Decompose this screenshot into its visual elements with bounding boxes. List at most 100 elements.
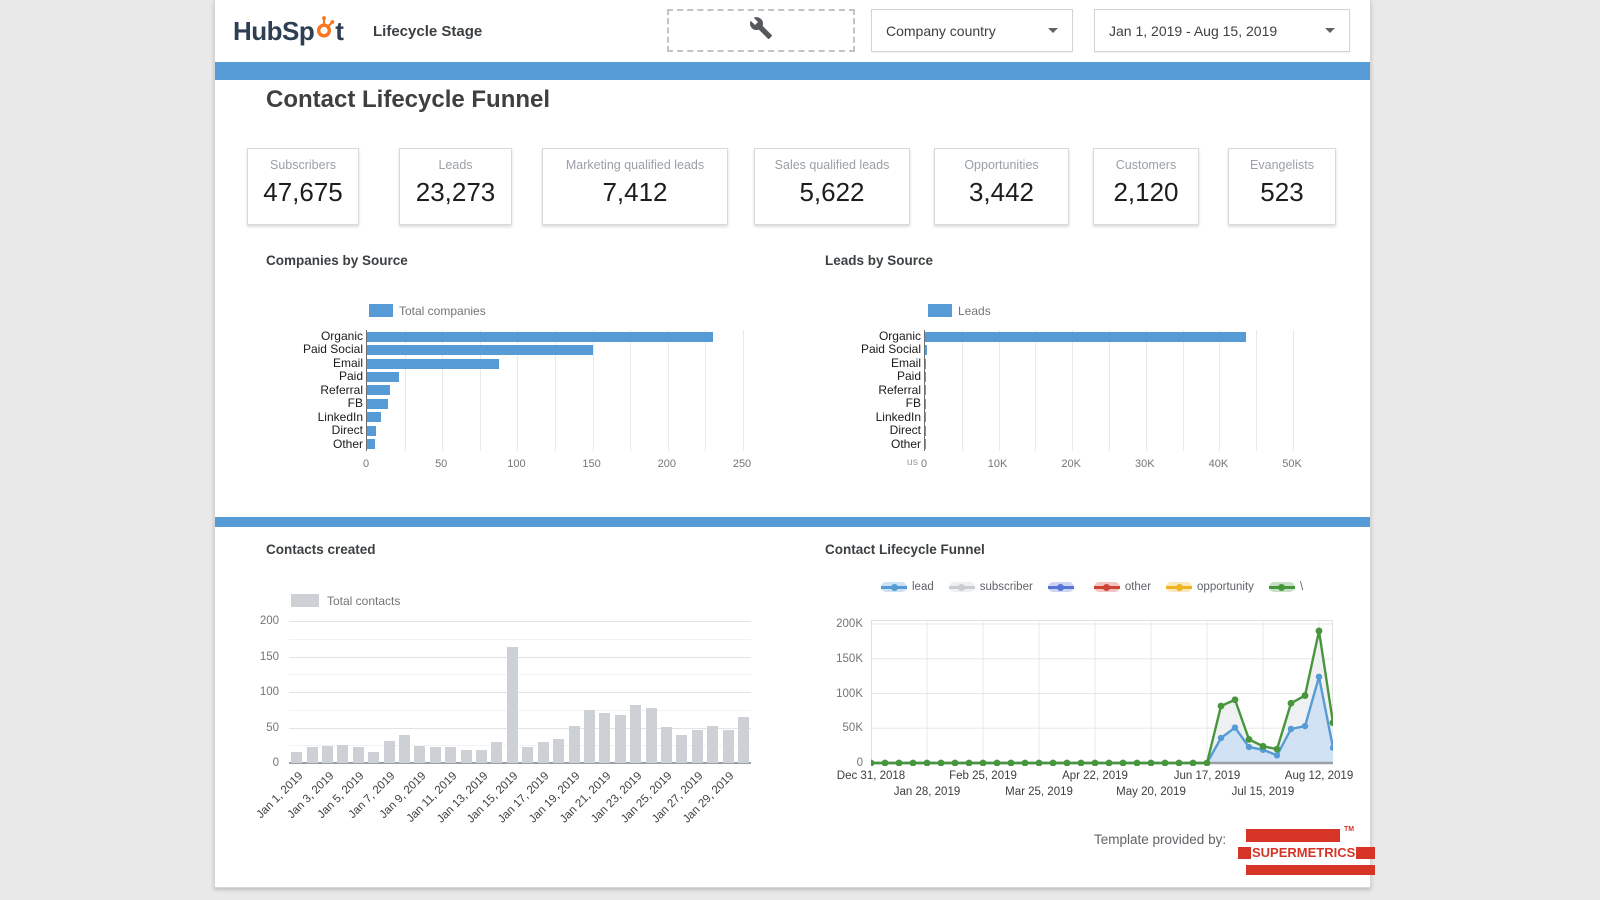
funnel-line-chart[interactable] — [871, 620, 1333, 766]
bar[interactable] — [430, 747, 441, 763]
bar[interactable] — [646, 708, 657, 763]
bar[interactable] — [925, 345, 927, 355]
header-accent-bar — [215, 62, 1370, 80]
bar[interactable] — [367, 345, 593, 355]
scorecard-value: 3,442 — [935, 177, 1068, 208]
bar[interactable] — [925, 372, 926, 382]
supermetrics-logo: TM SUPERMETRICS — [1238, 826, 1375, 880]
bar[interactable] — [522, 747, 533, 763]
bar[interactable] — [353, 747, 364, 763]
legend-label: \ — [1300, 581, 1303, 593]
bar[interactable] — [367, 399, 388, 409]
legend-item: opportunity — [1166, 581, 1254, 593]
axis-tick: 200 — [260, 615, 279, 627]
axis-tick: 100K — [836, 688, 863, 700]
axis-tick: May 20, 2019 — [1116, 786, 1186, 798]
scorecard-label: Subscribers — [248, 158, 358, 172]
bar[interactable] — [738, 717, 749, 763]
axis-tick: 200 — [658, 458, 676, 470]
bar[interactable] — [925, 332, 1246, 342]
funnel-legend: leadsubscriberotheropportunity\ — [881, 581, 1345, 593]
bar[interactable] — [368, 752, 379, 763]
axis-tick: 150 — [260, 651, 279, 663]
axis-tick: 50 — [435, 458, 447, 470]
axis-tick: 150K — [836, 653, 863, 665]
bar[interactable] — [925, 359, 926, 369]
bar[interactable] — [476, 750, 487, 763]
bar[interactable] — [553, 739, 564, 763]
axis-tick: 50K — [1282, 458, 1302, 470]
bar[interactable] — [367, 359, 499, 369]
supermetrics-logo-bar — [1246, 829, 1340, 842]
legend-swatch — [1094, 582, 1120, 592]
contacts-bar-chart[interactable] — [289, 621, 751, 763]
legend-item: \ — [1269, 581, 1303, 593]
bar[interactable] — [584, 710, 595, 763]
companies-legend-swatch — [369, 304, 393, 317]
date-range-value: Jan 1, 2019 - Aug 15, 2019 — [1109, 23, 1277, 39]
bar[interactable] — [569, 726, 580, 763]
company-country-filter[interactable]: Company country — [871, 9, 1073, 52]
category-label: Direct — [251, 424, 363, 437]
bar[interactable] — [723, 730, 734, 763]
bar[interactable] — [291, 752, 302, 763]
leads-chart-title: Leads by Source — [825, 253, 933, 268]
bar[interactable] — [367, 412, 381, 422]
bar[interactable] — [615, 715, 626, 763]
scorecard-label: Customers — [1094, 158, 1198, 172]
category-label: FB — [251, 397, 363, 410]
bar[interactable] — [461, 750, 472, 763]
date-range-filter[interactable]: Jan 1, 2019 - Aug 15, 2019 — [1094, 9, 1350, 52]
bar[interactable] — [414, 746, 425, 763]
bar[interactable] — [692, 730, 703, 763]
category-label: Email — [809, 357, 921, 370]
axis-tick: 50K — [843, 722, 863, 734]
category-label: Paid — [251, 370, 363, 383]
bar[interactable] — [399, 735, 410, 763]
bar[interactable] — [307, 747, 318, 763]
category-label: Paid — [809, 370, 921, 383]
bar[interactable] — [925, 385, 926, 395]
gridline — [743, 330, 744, 451]
axis-tick: 150 — [582, 458, 600, 470]
supermetrics-logo-text: SUPERMETRICS — [1251, 847, 1356, 859]
bar[interactable] — [322, 746, 333, 763]
supermetrics-tm: TM — [1344, 826, 1354, 833]
bar[interactable] — [367, 439, 375, 449]
bar[interactable] — [676, 735, 687, 763]
leads-bar-chart[interactable] — [924, 330, 1293, 451]
bar[interactable] — [367, 385, 390, 395]
bar[interactable] — [538, 742, 549, 763]
leads-legend-swatch — [928, 304, 952, 317]
bar[interactable] — [630, 705, 641, 763]
bar[interactable] — [367, 372, 399, 382]
bar[interactable] — [507, 647, 518, 763]
axis-tick: Jul 15, 2019 — [1232, 786, 1295, 798]
bar[interactable] — [367, 332, 713, 342]
bar[interactable] — [337, 745, 348, 763]
scorecard-label: Sales qualified leads — [755, 158, 909, 172]
bar[interactable] — [661, 727, 672, 763]
category-label: Other — [251, 438, 363, 451]
config-control[interactable] — [667, 9, 855, 52]
template-provided-by-text: Template provided by: — [1094, 832, 1226, 847]
bar[interactable] — [491, 742, 502, 763]
bar[interactable] — [599, 713, 610, 763]
legend-item: lead — [881, 581, 934, 593]
chevron-down-icon — [1325, 28, 1335, 33]
companies-bar-chart[interactable] — [366, 330, 743, 451]
axis-tick: 0 — [921, 458, 927, 470]
bar[interactable] — [367, 426, 376, 436]
report-title: Lifecycle Stage — [373, 23, 482, 40]
companies-legend-label: Total companies — [399, 304, 486, 318]
bar[interactable] — [707, 726, 718, 763]
bar[interactable] — [445, 747, 456, 763]
contacts-legend-label: Total contacts — [327, 594, 400, 608]
scorecard-value: 23,273 — [400, 177, 511, 208]
report-page: HubSp t Lifecycle Stage Company — [214, 0, 1371, 888]
category-label: LinkedIn — [251, 411, 363, 424]
bar[interactable] — [384, 741, 395, 763]
axis-tick: 0 — [363, 458, 369, 470]
scorecard-value: 47,675 — [248, 177, 358, 208]
axis-tick: Dec 31, 2018 — [837, 770, 905, 782]
